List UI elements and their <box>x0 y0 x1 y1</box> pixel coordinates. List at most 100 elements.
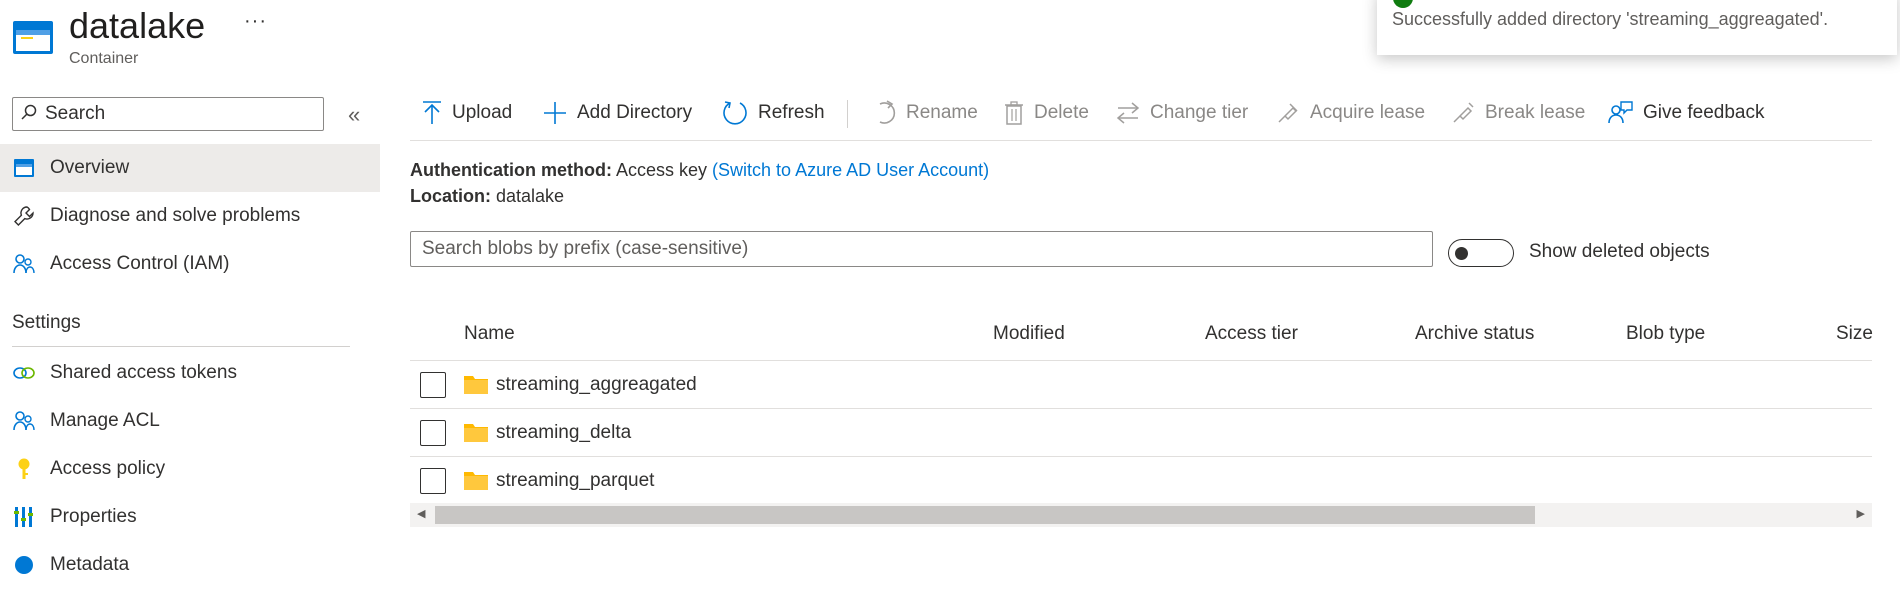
change-tier-label: Change tier <box>1150 102 1249 123</box>
sidebar-item-manage-acl[interactable]: Manage ACL <box>0 397 380 445</box>
sidebar-item-properties[interactable]: Properties <box>0 493 380 541</box>
sidebar-item-label: Properties <box>50 506 137 527</box>
switch-auth-link[interactable]: (Switch to Azure AD User Account) <box>712 160 989 180</box>
row-checkbox[interactable] <box>420 372 446 398</box>
add-directory-label: Add Directory <box>577 102 693 123</box>
sidebar-item-label: Overview <box>50 157 130 178</box>
success-check-icon <box>1393 0 1413 8</box>
link-icon <box>12 361 36 385</box>
folder-icon <box>464 376 488 394</box>
sidebar-item-label: Access Control (IAM) <box>50 253 230 274</box>
auth-method-label: Authentication method: <box>410 160 612 180</box>
scroll-right-icon[interactable]: ▶ <box>1857 507 1865 520</box>
break-lease-label: Break lease <box>1485 102 1586 123</box>
row-checkbox[interactable] <box>420 468 446 494</box>
blob-search-box[interactable] <box>410 231 1433 267</box>
show-deleted-label: Show deleted objects <box>1529 241 1710 262</box>
column-header-access-tier[interactable]: Access tier <box>1205 323 1298 345</box>
search-icon <box>21 104 37 125</box>
column-header-name[interactable]: Name <box>464 323 515 345</box>
change-tier-button[interactable]: Change tier <box>1116 96 1248 130</box>
location-label: Location: <box>410 186 491 206</box>
sidebar-item-shared-access-tokens[interactable]: Shared access tokens <box>0 349 380 397</box>
acquire-lease-button[interactable]: Acquire lease <box>1276 96 1425 130</box>
table-row[interactable]: streaming_aggreagated <box>410 360 1872 408</box>
notification-message: Successfully added directory 'streaming_… <box>1392 9 1829 29</box>
container-logo-icon <box>12 19 54 55</box>
add-directory-button[interactable]: Add Directory <box>543 96 692 130</box>
table-row[interactable]: streaming_parquet <box>410 456 1872 504</box>
rename-label: Rename <box>906 102 978 123</box>
feedback-icon <box>1607 101 1633 125</box>
acquire-lease-label: Acquire lease <box>1310 102 1426 123</box>
wrench-icon <box>12 204 36 228</box>
properties-icon <box>12 505 36 529</box>
info-icon <box>12 553 36 577</box>
lease-icon <box>1276 101 1300 125</box>
refresh-label: Refresh <box>758 102 825 123</box>
row-name[interactable]: streaming_parquet <box>496 470 654 492</box>
sidebar-item-overview[interactable]: Overview <box>0 144 380 192</box>
refresh-icon <box>722 100 748 126</box>
sidebar-item-diagnose[interactable]: Diagnose and solve problems <box>0 192 380 240</box>
page-title: datalake <box>69 5 206 46</box>
sidebar-item-label: Access policy <box>50 458 166 479</box>
rename-button[interactable]: Rename <box>874 96 978 130</box>
sidebar-item-label: Shared access tokens <box>50 362 237 383</box>
upload-icon <box>422 101 442 125</box>
toggle-knob <box>1455 247 1468 260</box>
swap-icon <box>1116 102 1140 124</box>
plus-icon <box>543 101 567 125</box>
give-feedback-label: Give feedback <box>1643 102 1765 123</box>
give-feedback-button[interactable]: Give feedback <box>1607 96 1764 130</box>
row-checkbox[interactable] <box>420 420 446 446</box>
sidebar-item-access-policy[interactable]: Access policy <box>0 445 380 493</box>
show-deleted-toggle[interactable] <box>1448 239 1514 267</box>
sidebar-item-label: Diagnose and solve problems <box>50 205 301 226</box>
location-row: Location: datalake <box>410 186 564 207</box>
close-notification-icon[interactable]: ✕ <box>1870 0 1885 5</box>
scroll-left-icon[interactable]: ◀ <box>417 507 425 520</box>
sidebar-item-label: Manage ACL <box>50 410 160 431</box>
folder-icon <box>464 472 488 490</box>
table-row[interactable]: streaming_delta <box>410 408 1872 456</box>
scrollbar-thumb[interactable] <box>435 506 1535 524</box>
trash-icon <box>1004 101 1024 125</box>
section-divider <box>12 346 350 347</box>
rename-icon <box>874 100 896 126</box>
page-subtitle: Container <box>69 50 139 67</box>
sidebar-search-box[interactable] <box>12 97 324 131</box>
blob-search-input[interactable] <box>411 232 1432 266</box>
settings-section-heading: Settings <box>12 312 81 333</box>
more-options-button[interactable]: ··· <box>244 10 267 33</box>
delete-label: Delete <box>1034 102 1089 123</box>
sidebar-search-input[interactable] <box>43 102 307 126</box>
container-icon <box>12 156 36 180</box>
auth-method-row: Authentication method: Access key (Switc… <box>410 160 989 181</box>
delete-button[interactable]: Delete <box>1004 96 1089 130</box>
sidebar-item-iam[interactable]: Access Control (IAM) <box>0 240 380 288</box>
upload-label: Upload <box>452 102 513 123</box>
horizontal-scrollbar[interactable]: ◀ ▶ <box>410 503 1872 527</box>
toolbar-divider-line <box>410 140 1872 141</box>
key-icon <box>12 457 36 481</box>
break-lease-icon <box>1451 101 1475 125</box>
refresh-button[interactable]: Refresh <box>722 96 825 130</box>
folder-icon <box>464 424 488 442</box>
people-icon <box>12 252 36 276</box>
row-name[interactable]: streaming_delta <box>496 422 631 444</box>
row-name[interactable]: streaming_aggreagated <box>496 374 697 396</box>
sidebar-item-label: Metadata <box>50 554 130 575</box>
location-value: datalake <box>496 186 565 206</box>
column-header-blob-type[interactable]: Blob type <box>1626 323 1705 345</box>
column-header-size[interactable]: Size <box>1836 323 1873 345</box>
upload-button[interactable]: Upload <box>422 96 512 130</box>
collapse-sidebar-button[interactable]: « <box>348 102 360 128</box>
break-lease-button[interactable]: Break lease <box>1451 96 1585 130</box>
column-header-archive-status[interactable]: Archive status <box>1415 323 1534 345</box>
sidebar-item-metadata[interactable]: Metadata <box>0 541 380 589</box>
toolbar-divider <box>847 100 848 128</box>
auth-method-value: Access key <box>616 160 708 180</box>
column-header-modified[interactable]: Modified <box>993 323 1065 345</box>
people-icon <box>12 409 36 433</box>
